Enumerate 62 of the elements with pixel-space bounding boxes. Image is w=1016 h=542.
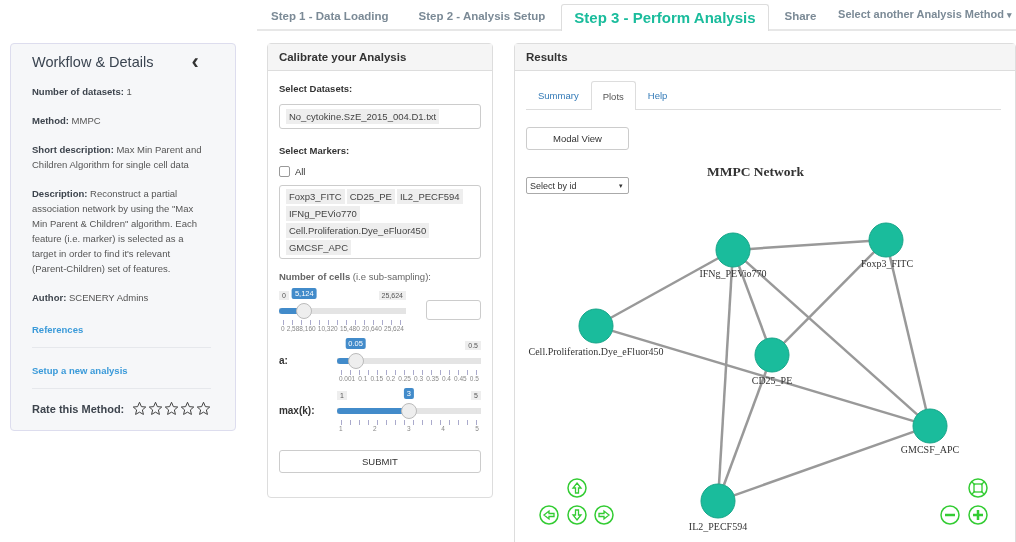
marker-select[interactable]: Foxp3_FITC CD25_PE IL2_PECF594 IFNg_PEVio770 Cell.Proliferation.Dye_eFluor450 GMCSF_APC — [278, 185, 481, 259]
network-title: MMPC Network — [707, 164, 805, 180]
marker-chip: IFNg_PEVio770 — [285, 206, 360, 221]
cells-input[interactable] — [426, 300, 481, 320]
slider-handle[interactable] — [347, 353, 364, 369]
network-node[interactable] — [754, 337, 790, 373]
detail-text: Author: SCENERY Admins — [32, 291, 150, 305]
field-label: Select Markers: — [278, 145, 351, 156]
star-rating[interactable] — [132, 401, 212, 416]
node-label: IL2_PECF594 — [688, 521, 748, 532]
slider-label: a: — [278, 354, 289, 366]
modal-view-button[interactable]: Modal View — [526, 127, 629, 150]
all-checkbox[interactable] — [278, 166, 290, 177]
marker-chip: IL2_PECF594 — [396, 189, 463, 204]
network-node[interactable] — [715, 232, 751, 268]
zoom-fit-icon[interactable] — [968, 478, 988, 498]
node-label: GMCSF_APC — [900, 444, 960, 455]
detail-text: Short description: Max Min Parent and Children Algorithm for single cell data — [32, 143, 203, 172]
checkbox-label: All — [294, 166, 306, 177]
panel-title: Results — [515, 44, 1015, 71]
method-menu[interactable]: Select another Analysis Method ▾ — [838, 8, 1016, 29]
step-tab[interactable]: Share — [770, 3, 831, 29]
dataset-chip: No_cytokine.SzE_2015_004.D1.txt — [285, 109, 440, 124]
marker-chip: CD25_PE — [346, 189, 395, 204]
submit-button[interactable]: SUBMIT — [278, 450, 481, 473]
zoom-out-icon[interactable] — [940, 505, 960, 525]
dataset-select[interactable]: No_cytokine.SzE_2015_004.D1.txt — [278, 104, 481, 129]
network-node[interactable] — [700, 483, 736, 519]
node-label: Foxp3_FITC — [860, 258, 914, 269]
node-label: CD25_PE — [751, 375, 793, 386]
detail-text: Description: Reconstruct a partial association network by using the "Max Min Parent & Children" algorithm. Each feature (i.e. marker) is selected as a target in order to find it's relevant (Parent-Children) set of features. — [32, 187, 198, 276]
panel-title: Calibrate your Analysis — [267, 44, 492, 71]
pan-right-icon[interactable] — [594, 505, 614, 525]
references-link[interactable]: References — [32, 324, 84, 335]
pan-up-icon[interactable] — [567, 478, 587, 498]
setup-link[interactable]: Setup a new analysis — [32, 365, 128, 376]
pan-down-icon[interactable] — [567, 505, 587, 525]
results-tab[interactable]: Help — [635, 81, 680, 109]
marker-chip: Foxp3_FITC — [285, 189, 345, 204]
slider-label: max(k): — [278, 404, 316, 416]
node-label: Cell.Proliferation.Dye_eFluor450 — [528, 346, 664, 357]
field-label: Select Datasets: — [278, 83, 354, 94]
network-node[interactable] — [578, 308, 614, 344]
field-label: Number of cells (i.e sub-sampling): — [278, 271, 432, 282]
sidebar-title: Workflow & Details — [32, 54, 154, 70]
zoom-in-icon[interactable] — [968, 505, 988, 525]
results-tab[interactable]: Summary — [526, 81, 591, 109]
detail-text: Number of datasets: 1 — [32, 85, 133, 99]
results-tab[interactable]: Plots — [590, 81, 636, 110]
step-tab[interactable]: Step 2 - Analysis Setup — [404, 3, 560, 29]
detail-text: Method: MMPC — [32, 114, 102, 128]
slider-handle[interactable] — [400, 403, 417, 419]
collapse-button[interactable]: ‹ — [189, 55, 201, 69]
step-tab[interactable]: Step 1 - Data Loading — [257, 3, 403, 29]
slider-handle[interactable] — [296, 303, 313, 319]
network-node[interactable] — [868, 222, 904, 258]
marker-chip: GMCSF_APC — [285, 240, 351, 255]
network-node[interactable] — [912, 408, 948, 444]
marker-chip: Cell.Proliferation.Dye_eFluor450 — [285, 223, 430, 238]
pan-left-icon[interactable] — [539, 505, 559, 525]
rating-label: Rate this Method: — [32, 402, 125, 415]
node-label: IFNg_PEVio770 — [699, 268, 767, 279]
